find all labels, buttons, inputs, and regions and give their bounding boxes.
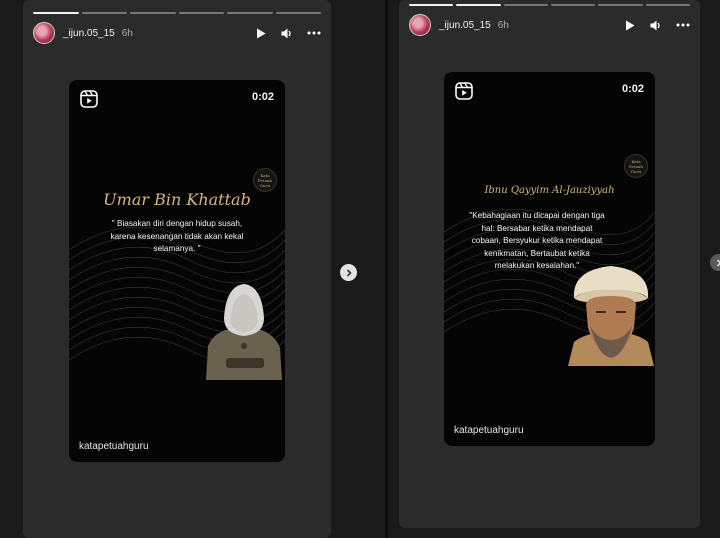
- quote-line: " Biasakan diri dengan hidup susah,: [111, 219, 243, 228]
- brand-handle: katapetuahguru: [454, 425, 524, 436]
- reel-card[interactable]: 0:02 Kata Petuah Guru: [444, 72, 655, 446]
- quote-line: kenikmatan, Bertaubat ketika: [484, 248, 590, 258]
- quote-line: karena kesenangan tidak akan kekal: [110, 231, 244, 241]
- chevron-right-icon[interactable]: [340, 264, 357, 281]
- divider: [385, 0, 388, 538]
- progress-segment: [409, 4, 454, 6]
- quote-author: Ibnu Qayyim Al-Jauziyyah: [484, 185, 615, 196]
- username[interactable]: _ijun.05_15: [439, 20, 491, 31]
- story-panel-right: _ijun.05_15 6h 0:02 Kata Petuah Guru Ibn…: [399, 0, 700, 528]
- story-header: _ijun.05_15 6h: [409, 13, 690, 37]
- progress-segment: [227, 12, 273, 14]
- more-icon[interactable]: [676, 19, 690, 31]
- progress-segment: [456, 4, 501, 6]
- portrait-image: [206, 284, 282, 380]
- volume-icon[interactable]: [281, 27, 293, 39]
- story-panel-left: _ijun.05_15 6h 0:02 Kata Petuah Guru Uma…: [23, 0, 331, 538]
- progress-segment: [645, 4, 690, 6]
- video-duration: 0:02: [251, 91, 274, 103]
- reels-icon: [80, 90, 98, 108]
- story-header: _ijun.05_15 6h: [33, 21, 321, 45]
- logo-text: Kata: [631, 158, 641, 164]
- quote-line: selamanya. ": [153, 244, 201, 253]
- quote-line: cobaan, Bersyukur ketika mendapat: [471, 236, 603, 245]
- avatar[interactable]: [33, 22, 55, 44]
- progress-segment: [598, 4, 643, 6]
- quote-text: " Biasakan diri dengan hidup susah, kare…: [77, 218, 277, 256]
- progress-segment: [33, 12, 79, 14]
- progress-segment: [275, 12, 321, 14]
- logo-text: Kata: [260, 172, 270, 178]
- story-progress: [409, 4, 690, 6]
- volume-icon[interactable]: [650, 19, 662, 31]
- brand-logo: Kata Petuah Guru: [253, 168, 277, 192]
- chevron-right-icon[interactable]: [710, 254, 720, 271]
- play-icon[interactable]: [255, 27, 267, 39]
- progress-segment: [130, 12, 176, 14]
- quote-line: "Kebahagiaan itu dicapai dengan tiga: [469, 211, 605, 220]
- reel-card[interactable]: 0:02 Kata Petuah Guru: [69, 80, 285, 462]
- play-icon[interactable]: [624, 19, 636, 31]
- quote-line: hal: Bersabar ketika mendapat: [481, 223, 593, 233]
- post-time: 6h: [497, 19, 509, 31]
- logo-text: Petuah: [257, 177, 273, 183]
- more-icon[interactable]: [307, 27, 321, 39]
- progress-segment: [178, 12, 224, 14]
- progress-segment: [81, 12, 127, 14]
- reels-icon: [455, 82, 473, 100]
- logo-text: Guru: [630, 168, 642, 174]
- brand-logo: Kata Petuah Guru: [624, 154, 648, 178]
- logo-text: Petuah: [628, 163, 644, 169]
- username[interactable]: _ijun.05_15: [63, 28, 115, 39]
- post-time: 6h: [121, 27, 133, 39]
- progress-segment: [503, 4, 548, 6]
- progress-segment: [550, 4, 596, 6]
- portrait-image: [568, 266, 654, 366]
- video-duration: 0:02: [621, 83, 644, 95]
- logo-text: Guru: [259, 182, 271, 188]
- brand-handle: katapetuahguru: [79, 441, 149, 452]
- quote-author: Umar Bin Khattab: [103, 190, 251, 209]
- story-progress: [33, 12, 321, 14]
- avatar[interactable]: [409, 14, 431, 36]
